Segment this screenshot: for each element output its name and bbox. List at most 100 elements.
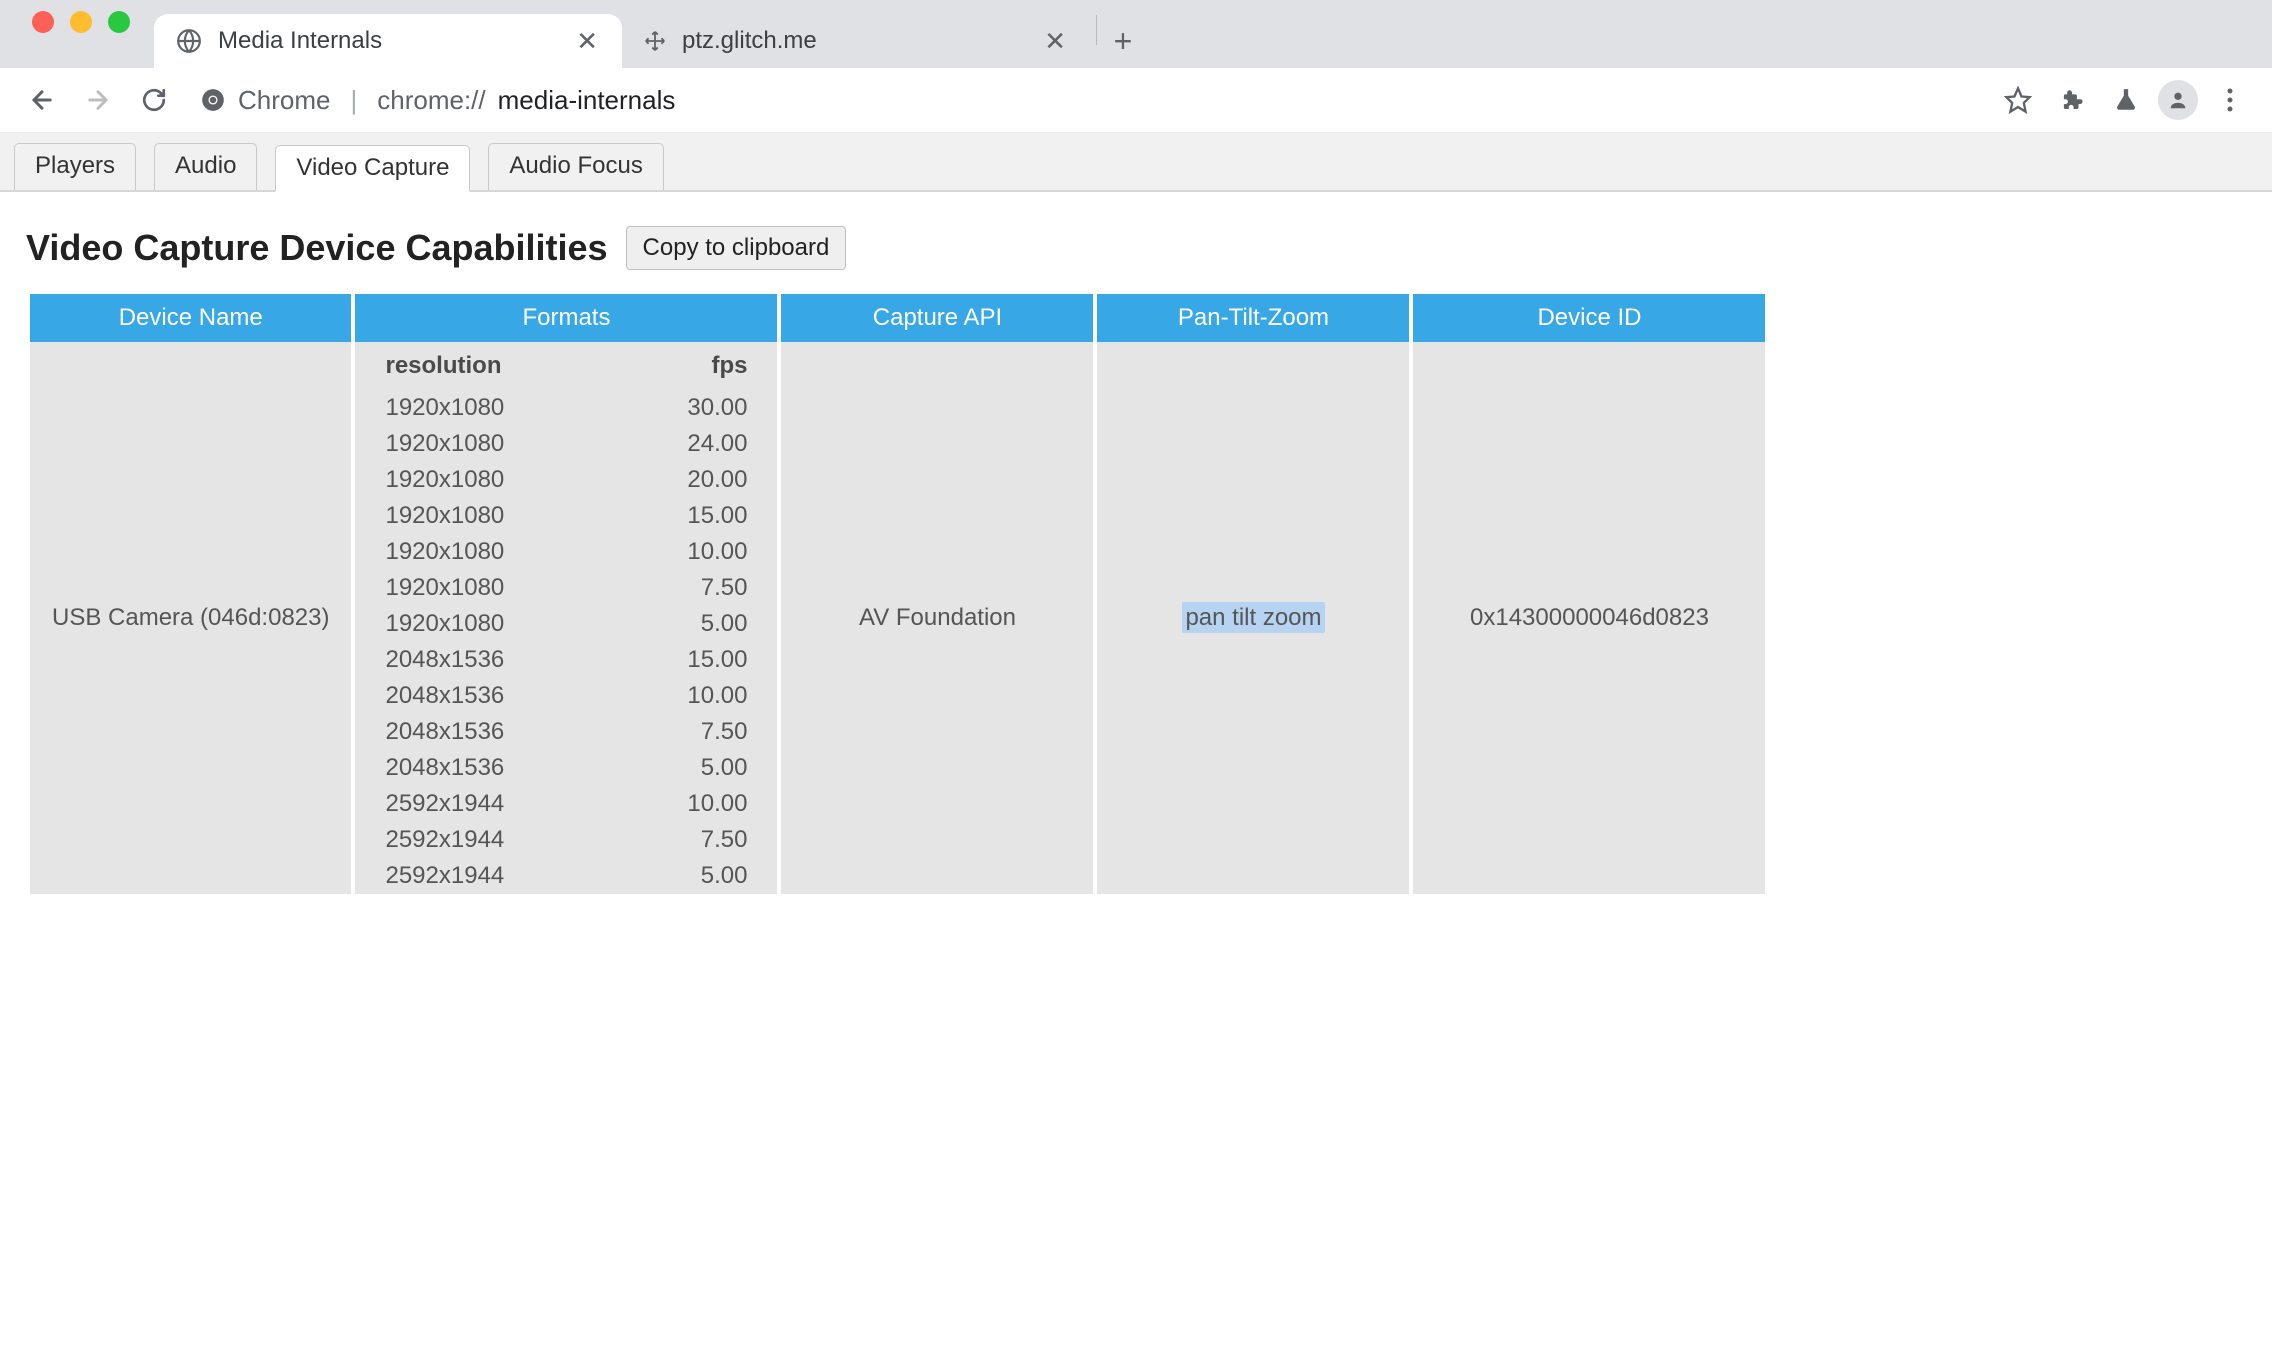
window-zoom-icon[interactable] xyxy=(108,11,130,33)
browser-window: Media Internals ✕ ptz.glitch.me ✕ + xyxy=(0,0,2272,1366)
format-row: 1920x108020.00 xyxy=(355,462,777,498)
col-pan-tilt-zoom[interactable]: Pan-Tilt-Zoom xyxy=(1097,294,1409,342)
page-content: Video Capture Device Capabilities Copy t… xyxy=(0,192,2272,928)
forward-button[interactable] xyxy=(76,86,120,114)
formats-table: resolution fps 1920x108030.001920x108024… xyxy=(355,342,777,894)
format-resolution: 2048x1536 xyxy=(355,714,607,750)
format-fps: 7.50 xyxy=(608,822,778,858)
format-resolution: 1920x1080 xyxy=(355,462,607,498)
capabilities-table: Device Name Formats Capture API Pan-Tilt… xyxy=(26,294,1769,894)
format-fps: 30.00 xyxy=(608,390,778,426)
format-row: 1920x108030.00 xyxy=(355,390,777,426)
format-row: 1920x10807.50 xyxy=(355,570,777,606)
format-row: 2592x19447.50 xyxy=(355,822,777,858)
back-button[interactable] xyxy=(20,86,64,114)
format-row: 1920x108024.00 xyxy=(355,426,777,462)
col-capture-api[interactable]: Capture API xyxy=(781,294,1093,342)
browser-toolbar: Chrome | chrome:// media-internals xyxy=(0,68,2272,133)
window-close-icon[interactable] xyxy=(32,11,54,33)
formats-header-row: resolution fps xyxy=(355,342,777,390)
cell-formats: resolution fps 1920x108030.001920x108024… xyxy=(355,342,777,894)
format-resolution: 1920x1080 xyxy=(355,606,607,642)
format-row: 2048x15365.00 xyxy=(355,750,777,786)
tab-audio-focus[interactable]: Audio Focus xyxy=(488,143,663,190)
col-device-name[interactable]: Device Name xyxy=(30,294,351,342)
format-fps: 15.00 xyxy=(608,498,778,534)
close-icon[interactable]: ✕ xyxy=(1036,22,1074,61)
format-fps: 5.00 xyxy=(608,606,778,642)
format-fps: 15.00 xyxy=(608,642,778,678)
col-device-id[interactable]: Device ID xyxy=(1413,294,1765,342)
tab-strip: Media Internals ✕ ptz.glitch.me ✕ + xyxy=(0,0,2272,68)
format-row: 1920x108010.00 xyxy=(355,534,777,570)
subtab-label: Audio Focus xyxy=(509,152,642,179)
format-resolution: 1920x1080 xyxy=(355,570,607,606)
page-heading: Video Capture Device Capabilities Copy t… xyxy=(26,226,2246,270)
cell-ptz: pan tilt zoom xyxy=(1097,342,1409,894)
close-icon[interactable]: ✕ xyxy=(568,22,606,61)
cell-device-name: USB Camera (046d:0823) xyxy=(30,342,351,894)
tab-separator xyxy=(1096,15,1097,45)
formats-body: 1920x108030.001920x108024.001920x108020.… xyxy=(355,390,777,894)
copy-to-clipboard-button[interactable]: Copy to clipboard xyxy=(626,226,847,270)
col-resolution: resolution xyxy=(355,342,607,390)
cell-device-id: 0x14300000046d0823 xyxy=(1413,342,1765,894)
tab-title: ptz.glitch.me xyxy=(682,27,1020,55)
format-fps: 5.00 xyxy=(608,750,778,786)
cell-capture-api: AV Foundation xyxy=(781,342,1093,894)
flask-icon[interactable] xyxy=(2104,87,2148,113)
media-internals-tabs: Players Audio Video Capture Audio Focus xyxy=(0,133,2272,192)
reload-button[interactable] xyxy=(132,87,176,113)
format-row: 2592x194410.00 xyxy=(355,786,777,822)
format-resolution: 2592x1944 xyxy=(355,822,607,858)
toolbar-actions xyxy=(1996,80,2252,120)
tab-title: Media Internals xyxy=(218,27,552,55)
format-fps: 7.50 xyxy=(608,714,778,750)
col-formats[interactable]: Formats xyxy=(355,294,777,342)
window-minimize-icon[interactable] xyxy=(70,11,92,33)
format-row: 2048x15367.50 xyxy=(355,714,777,750)
tab-players[interactable]: Players xyxy=(14,143,136,190)
new-tab-button[interactable]: + xyxy=(1103,14,1143,68)
format-row: 1920x10805.00 xyxy=(355,606,777,642)
format-fps: 24.00 xyxy=(608,426,778,462)
format-fps: 5.00 xyxy=(608,858,778,894)
kebab-menu-icon[interactable] xyxy=(2208,87,2252,113)
page-title: Video Capture Device Capabilities xyxy=(26,227,608,269)
tab-audio[interactable]: Audio xyxy=(154,143,257,190)
format-resolution: 2592x1944 xyxy=(355,786,607,822)
chrome-page-icon xyxy=(200,87,226,113)
format-resolution: 1920x1080 xyxy=(355,426,607,462)
url-scheme: chrome:// xyxy=(377,85,485,116)
table-row: USB Camera (046d:0823) resolution fps 19… xyxy=(30,342,1765,894)
format-fps: 10.00 xyxy=(608,786,778,822)
extensions-icon[interactable] xyxy=(2050,87,2094,113)
format-row: 2592x19445.00 xyxy=(355,858,777,894)
plus-icon: + xyxy=(1114,23,1133,60)
move-icon xyxy=(644,30,666,52)
ptz-value: pan tilt zoom xyxy=(1182,602,1324,633)
url-bar[interactable]: Chrome | chrome:// media-internals xyxy=(188,76,1984,124)
table-header-row: Device Name Formats Capture API Pan-Tilt… xyxy=(30,294,1765,342)
url-separator: | xyxy=(350,85,357,116)
url-origin: Chrome xyxy=(238,85,330,116)
browser-tab-media-internals[interactable]: Media Internals ✕ xyxy=(154,14,622,68)
subtab-label: Video Capture xyxy=(296,154,449,181)
format-row: 2048x153610.00 xyxy=(355,678,777,714)
url-path: media-internals xyxy=(498,85,676,116)
format-resolution: 2048x1536 xyxy=(355,678,607,714)
browser-tab-ptz[interactable]: ptz.glitch.me ✕ xyxy=(622,14,1090,68)
format-fps: 7.50 xyxy=(608,570,778,606)
format-resolution: 1920x1080 xyxy=(355,390,607,426)
window-controls xyxy=(22,0,154,68)
format-resolution: 1920x1080 xyxy=(355,498,607,534)
format-resolution: 2048x1536 xyxy=(355,642,607,678)
format-fps: 10.00 xyxy=(608,534,778,570)
col-fps: fps xyxy=(608,342,778,390)
globe-icon xyxy=(176,28,202,54)
profile-icon[interactable] xyxy=(2158,80,2198,120)
tab-video-capture[interactable]: Video Capture xyxy=(275,145,470,192)
format-row: 1920x108015.00 xyxy=(355,498,777,534)
star-icon[interactable] xyxy=(1996,86,2040,114)
format-resolution: 1920x1080 xyxy=(355,534,607,570)
